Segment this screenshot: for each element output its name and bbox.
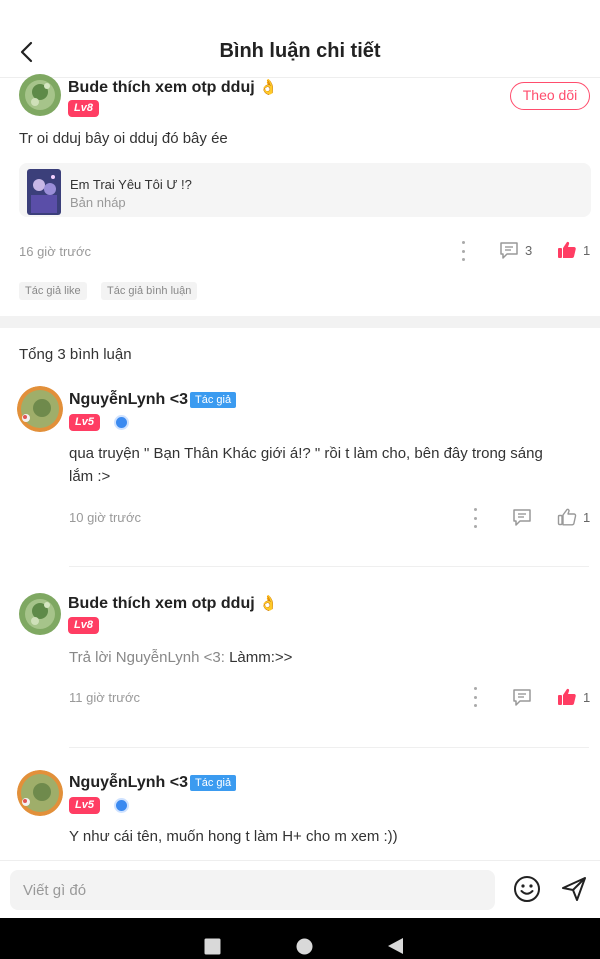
total-comments: Tổng 3 bình luận <box>19 346 132 363</box>
verified-icon <box>114 415 129 430</box>
top-bar: Bình luận chi tiết <box>0 0 600 78</box>
level-badge: Lv5 <box>69 414 100 431</box>
triangle-back-icon <box>388 938 403 954</box>
section-divider <box>0 316 600 328</box>
thumbs-up-outline-icon <box>557 508 577 526</box>
story-title: Em Trai Yêu Tôi Ư !? <box>70 177 192 192</box>
comment-input[interactable] <box>10 870 495 910</box>
home-button[interactable] <box>296 938 313 959</box>
level-badge: Lv8 <box>68 617 99 634</box>
comment-time: 11 giờ trước <box>69 690 141 705</box>
hand-emoji-icon: 👌 <box>259 79 278 96</box>
page-title: Bình luận chi tiết <box>219 40 381 62</box>
like-button[interactable]: 1 <box>557 687 590 707</box>
author-badge: Tác giả <box>190 775 237 791</box>
tag-author-comment: Tác giả bình luận <box>101 282 198 300</box>
comment-time: 10 giờ trước <box>69 510 141 525</box>
post-text: Tr oi dduj bây oi dduj đó bây ée <box>19 130 228 147</box>
author-badge: Tác giả <box>190 392 237 408</box>
post-time: 16 giờ trước <box>19 244 91 259</box>
avatar[interactable] <box>17 770 63 816</box>
like-count: 1 <box>583 242 591 258</box>
send-button[interactable] <box>560 875 588 903</box>
comment-composer <box>0 860 600 918</box>
like-count: 1 <box>583 689 591 705</box>
avatar[interactable] <box>19 74 61 116</box>
comment-icon <box>513 689 531 706</box>
post-author-name[interactable]: Bude thích xem otp dduj 👌 <box>68 78 278 97</box>
reply-button[interactable] <box>512 687 532 707</box>
comment-count-button[interactable]: 3 <box>499 240 532 260</box>
thumbs-up-filled-icon <box>558 688 576 705</box>
back-nav-button[interactable] <box>386 937 404 959</box>
like-button[interactable]: 1 <box>557 507 590 527</box>
comment-separator <box>69 747 589 748</box>
follow-button[interactable]: Theo dõi <box>510 82 590 110</box>
comment-text: Y như cái tên, muốn hong t làm H+ cho m … <box>69 828 398 845</box>
level-badge: Lv5 <box>69 797 100 814</box>
comment-author-name[interactable]: NguyễnLynh <3 <box>69 774 188 792</box>
square-icon <box>204 938 221 955</box>
comment-text: Trả lời NguyễnLynh <3: Làmm:>> <box>69 649 293 666</box>
comment-text: qua truyện " Bạn Thân Khác giới á!? " rồ… <box>69 445 543 485</box>
comment-icon <box>513 509 531 526</box>
emoji-button[interactable] <box>513 875 541 903</box>
story-status: Bản nháp <box>70 195 126 210</box>
comment-icon <box>500 242 518 259</box>
emoji-icon <box>514 876 540 902</box>
send-icon <box>562 877 586 901</box>
comment-separator <box>69 566 589 567</box>
verified-icon <box>114 798 129 813</box>
comment-author-name[interactable]: NguyễnLynh <3 <box>69 391 188 409</box>
more-options-icon[interactable] <box>460 241 466 261</box>
system-nav-bar <box>0 918 600 959</box>
hand-emoji-icon: 👌 <box>259 595 278 612</box>
story-card[interactable]: Em Trai Yêu Tôi Ư !? Bản nháp <box>19 163 591 217</box>
tag-author-like: Tác giả like <box>19 282 87 300</box>
level-badge: Lv8 <box>68 100 99 117</box>
circle-icon <box>296 938 313 955</box>
more-options-icon[interactable] <box>472 508 478 528</box>
avatar[interactable] <box>19 593 61 635</box>
more-options-icon[interactable] <box>472 687 478 707</box>
avatar[interactable] <box>17 386 63 432</box>
reply-button[interactable] <box>512 507 532 527</box>
comment-count: 3 <box>525 242 533 258</box>
story-cover-image <box>27 169 61 215</box>
thumbs-up-filled-icon <box>558 241 576 258</box>
like-button[interactable]: 1 <box>557 240 590 260</box>
comment-author-name[interactable]: Bude thích xem otp dduj 👌 <box>68 594 278 613</box>
like-count: 1 <box>583 509 591 525</box>
recent-apps-button[interactable] <box>204 938 221 959</box>
reply-prefix[interactable]: Trả lời NguyễnLynh <3: <box>69 649 225 666</box>
